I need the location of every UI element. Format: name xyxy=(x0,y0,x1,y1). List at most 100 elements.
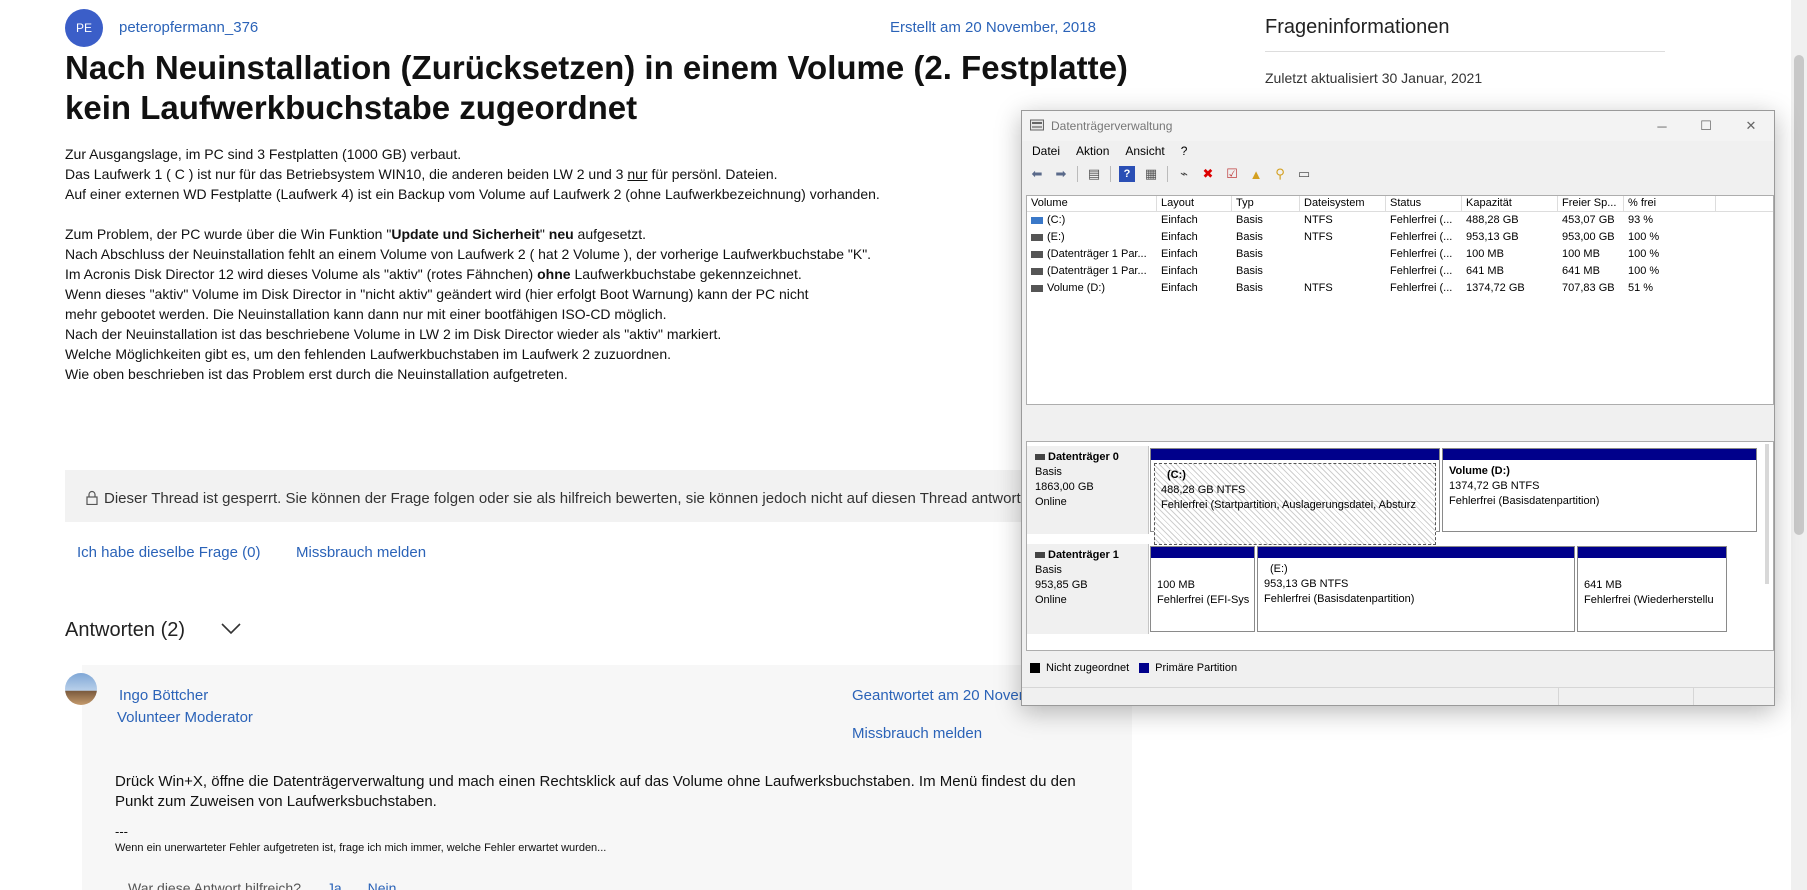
answer-report-link[interactable]: Missbrauch melden xyxy=(852,725,982,742)
legend: Nicht zugeordnet Primäre Partition xyxy=(1026,659,1774,677)
maximize-icon[interactable]: ☐ xyxy=(1686,115,1726,137)
column-header[interactable]: Layout xyxy=(1157,196,1232,211)
disk-0-label[interactable]: Datenträger 0 Basis 1863,00 GB Online xyxy=(1027,446,1149,534)
answer-text: Drück Win+X, öffne die Datenträgerverwal… xyxy=(115,773,1076,810)
partition-c[interactable]: (C:) 488,28 GB NTFS Fehlerfrei (Startpar… xyxy=(1150,448,1440,545)
volume-row[interactable]: (Datenträger 1 Par... Einfach Basis Fehl… xyxy=(1027,263,1773,280)
disk-management-window: Datenträgerverwaltung ─ ☐ ✕ Datei Aktion… xyxy=(1021,110,1775,706)
menu-help[interactable]: ? xyxy=(1181,144,1188,158)
delete-icon[interactable]: ✖ xyxy=(1200,166,1216,182)
properties-view-icon[interactable]: ▦ xyxy=(1143,166,1159,182)
disk-1-row: Datenträger 1 Basis 953,85 GB Online 100… xyxy=(1027,544,1767,634)
volume-cell: (E:) xyxy=(1027,229,1157,246)
partition-body: (C:) 488,28 GB NTFS Fehlerfrei (Startpar… xyxy=(1154,463,1436,545)
partition-text: 100 MB Fehlerfrei (EFI-Sys xyxy=(1151,558,1254,608)
column-header[interactable]: Status xyxy=(1386,196,1462,211)
volume-cell: 707,83 GB xyxy=(1562,282,1615,294)
partition-size: 100 MB xyxy=(1157,579,1195,591)
volume-cell: NTFS xyxy=(1304,214,1333,226)
volume-row[interactable]: (Datenträger 1 Par... Einfach Basis Fehl… xyxy=(1027,246,1773,263)
locked-notice: Dieser Thread ist gesperrt. Sie können d… xyxy=(104,490,1042,507)
partition-name: (E:) xyxy=(1270,563,1288,575)
status-bar xyxy=(1022,687,1774,705)
partition-bar xyxy=(1258,547,1574,558)
report-abuse-link[interactable]: Missbrauch melden xyxy=(296,544,426,561)
disk-0-type: Basis xyxy=(1035,466,1062,478)
list-view-icon[interactable]: ▤ xyxy=(1086,166,1102,182)
column-header[interactable]: Volume xyxy=(1027,196,1157,211)
created-date: Erstellt am 20 November, 2018 xyxy=(890,19,1096,36)
disk-1-name-text: Datenträger 1 xyxy=(1048,549,1119,561)
forward-arrow-icon[interactable]: ➡ xyxy=(1053,166,1069,182)
checklist-icon[interactable]: ☑ xyxy=(1224,166,1240,182)
answer-avatar[interactable] xyxy=(65,673,97,705)
helpful-yes-button[interactable]: Ja xyxy=(327,880,342,890)
window-titlebar[interactable]: Datenträgerverwaltung ─ ☐ ✕ xyxy=(1022,111,1774,141)
disk-0-state: Online xyxy=(1035,496,1067,508)
menu-bar: Datei Aktion Ansicht ? xyxy=(1022,141,1774,161)
disk-1-label[interactable]: Datenträger 1 Basis 953,85 GB Online xyxy=(1027,544,1149,634)
chevron-down-icon[interactable] xyxy=(220,622,242,636)
volume-row[interactable]: (E:) Einfach Basis NTFS Fehlerfrei (... … xyxy=(1027,229,1773,246)
author-link[interactable]: peteropfermann_376 xyxy=(119,19,258,36)
volume-name: (Datenträger 1 Par... xyxy=(1047,248,1147,260)
volume-cell: Einfach xyxy=(1161,214,1198,226)
text-segment: Zum Problem, der PC wurde über die Win F… xyxy=(65,226,392,242)
window-title: Datenträgerverwaltung xyxy=(1051,119,1173,133)
connect-disk-icon[interactable]: ⌁ xyxy=(1176,166,1192,182)
author-avatar[interactable]: PE xyxy=(65,9,103,47)
page-scrollbar[interactable] xyxy=(1791,0,1807,890)
back-arrow-icon[interactable]: ⬅ xyxy=(1029,166,1045,182)
last-updated: Zuletzt aktualisiert 30 Januar, 2021 xyxy=(1265,70,1483,86)
menu-datei[interactable]: Datei xyxy=(1032,144,1060,158)
column-header[interactable]: % frei xyxy=(1624,196,1716,211)
answer-author-link[interactable]: Ingo Böttcher xyxy=(119,687,208,704)
volume-cell: 1374,72 GB xyxy=(1466,282,1525,294)
volume-list[interactable]: Volume Layout Typ Dateisystem Status Kap… xyxy=(1026,195,1774,405)
folder-up-icon[interactable]: ▲ xyxy=(1248,166,1264,182)
partition-size: 1374,72 GB NTFS xyxy=(1449,480,1540,492)
helpful-no-button[interactable]: Nein xyxy=(368,880,397,890)
helpful-question: War diese Antwort hilfreich? xyxy=(128,880,301,890)
partition-size: 953,13 GB NTFS xyxy=(1264,578,1349,590)
minimize-icon[interactable]: ─ xyxy=(1642,115,1682,137)
primary-swatch xyxy=(1139,663,1150,673)
volume-row[interactable]: Volume (D:) Einfach Basis NTFS Fehlerfre… xyxy=(1027,280,1773,297)
scrollbar-thumb[interactable] xyxy=(1794,55,1804,535)
body-line: Welche Möglichkeiten gibt es, um den feh… xyxy=(65,346,671,362)
same-question-button[interactable]: Ich habe dieselbe Frage (0) xyxy=(77,544,260,561)
body-line: Wenn dieses "aktiv" Volume im Disk Direc… xyxy=(65,286,809,302)
volume-cell: Fehlerfrei (... xyxy=(1390,248,1453,260)
disk-graphical-view[interactable]: Datenträger 0 Basis 1863,00 GB Online (C… xyxy=(1026,441,1774,651)
text-segment: " xyxy=(539,226,549,242)
partition-efi[interactable]: 100 MB Fehlerfrei (EFI-Sys xyxy=(1150,546,1255,632)
folder-search-icon[interactable]: ⚲ xyxy=(1272,166,1288,182)
volume-cell: Einfach xyxy=(1161,282,1198,294)
column-header[interactable]: Kapazität xyxy=(1462,196,1558,211)
body-spacer xyxy=(65,204,1025,224)
column-header[interactable]: Dateisystem xyxy=(1300,196,1386,211)
partition-recovery[interactable]: 641 MB Fehlerfrei (Wiederherstellu xyxy=(1577,546,1727,632)
partition-bar xyxy=(1151,449,1439,460)
volume-cell: (Datenträger 1 Par... xyxy=(1027,246,1157,263)
column-header[interactable]: Freier Sp... xyxy=(1558,196,1624,211)
help-icon[interactable]: ? xyxy=(1119,166,1135,182)
volume-name: (Datenträger 1 Par... xyxy=(1047,265,1147,277)
disk-0-row: Datenträger 0 Basis 1863,00 GB Online (C… xyxy=(1027,446,1767,545)
signature-separator: --- xyxy=(115,824,128,839)
column-header[interactable]: Typ xyxy=(1232,196,1300,211)
volume-cell: 100 MB xyxy=(1562,248,1600,260)
partition-d[interactable]: Volume (D:) 1374,72 GB NTFS Fehlerfrei (… xyxy=(1442,448,1757,532)
volume-cell: 641 MB xyxy=(1466,265,1504,277)
console-icon[interactable]: ▭ xyxy=(1296,166,1312,182)
menu-ansicht[interactable]: Ansicht xyxy=(1125,144,1164,158)
disk-view-scrollbar[interactable] xyxy=(1765,444,1769,584)
menu-aktion[interactable]: Aktion xyxy=(1076,144,1109,158)
volume-cell: 93 % xyxy=(1628,214,1654,226)
volume-name: (E:) xyxy=(1047,231,1065,243)
close-icon[interactable]: ✕ xyxy=(1731,115,1771,137)
partition-e[interactable]: (E:) 953,13 GB NTFS Fehlerfrei (Basisdat… xyxy=(1257,546,1575,632)
toolbar-separator xyxy=(1110,166,1111,182)
divider xyxy=(1265,51,1665,52)
volume-row[interactable]: (C:) Einfach Basis NTFS Fehlerfrei (... … xyxy=(1027,212,1773,229)
